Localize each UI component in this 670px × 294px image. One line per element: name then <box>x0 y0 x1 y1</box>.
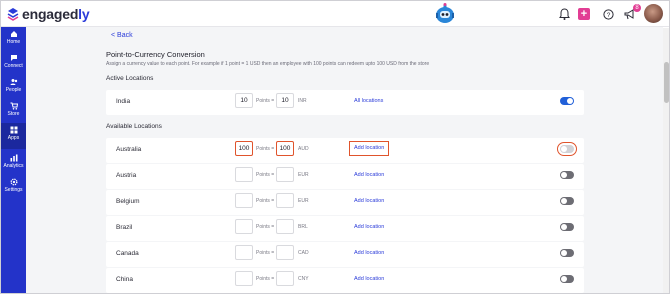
points-input[interactable] <box>235 167 253 182</box>
location-toggle[interactable] <box>560 223 574 231</box>
points-equals-label: Points = <box>256 146 275 152</box>
sidebar-item-label: Analytics <box>3 163 24 169</box>
country-name: India <box>116 98 131 105</box>
sidebar-item-people[interactable]: People <box>1 75 26 101</box>
location-row-china: China Points = CNY Add location <box>106 268 584 293</box>
analytics-icon <box>10 154 17 162</box>
sidebar-item-store[interactable]: Store <box>1 99 26 125</box>
notification-badge: 8 <box>633 4 641 12</box>
location-toggle[interactable] <box>560 171 574 179</box>
currency-value-input[interactable] <box>276 271 294 286</box>
sidebar-item-connect[interactable]: Connect <box>1 51 26 77</box>
sidebar-item-label: Store <box>7 111 20 117</box>
engagedly-logo[interactable]: engagedly <box>7 5 90 23</box>
currency-code: AUD <box>298 146 309 152</box>
location-row-australia: Australia 100 Points = 100 AUD Add locat… <box>106 138 584 163</box>
country-name: Canada <box>116 250 139 257</box>
points-input[interactable]: 100 <box>235 141 253 156</box>
home-icon <box>10 31 17 37</box>
location-toggle[interactable] <box>560 275 574 283</box>
sidebar-item-settings[interactable]: Settings <box>1 175 26 201</box>
back-link[interactable]: < Back <box>111 32 133 39</box>
add-location-link[interactable]: Add location <box>354 172 384 178</box>
active-locations-heading: Active Locations <box>106 75 154 82</box>
logo-mark-icon <box>7 8 19 21</box>
app-window: engagedly + ? 8 Home Connect People Stor… <box>0 0 670 294</box>
main-content: < Back Point-to-Currency Conversion Assi… <box>26 27 663 293</box>
available-locations-heading: Available Locations <box>106 123 162 130</box>
logo-text: engagedly <box>22 6 90 22</box>
points-input[interactable]: 10 <box>235 93 253 108</box>
sidebar: Home Connect People Store Apps Analytics… <box>1 27 26 293</box>
add-plus-button[interactable]: + <box>578 8 590 20</box>
location-toggle[interactable] <box>560 97 574 105</box>
add-location-link[interactable]: Add location <box>354 198 384 204</box>
points-input[interactable] <box>235 245 253 260</box>
location-row-belgium: Belgium Points = EUR Add location <box>106 190 584 215</box>
currency-value-input[interactable] <box>276 193 294 208</box>
points-input[interactable] <box>235 271 253 286</box>
help-icon[interactable]: ? <box>601 7 615 21</box>
currency-code: INR <box>298 98 307 104</box>
location-row-india: India 10 Points = 10 INR All locations <box>106 90 584 115</box>
page-title: Point-to-Currency Conversion <box>106 50 205 59</box>
currency-value-input[interactable] <box>276 219 294 234</box>
country-name: Belgium <box>116 198 140 205</box>
add-location-link[interactable]: Add location <box>354 276 384 282</box>
bell-icon[interactable] <box>557 7 571 21</box>
currency-value-input[interactable] <box>276 167 294 182</box>
cart-icon <box>10 102 18 110</box>
points-equals-label: Points = <box>256 250 275 256</box>
points-equals-label: Points = <box>256 224 275 230</box>
add-location-link[interactable]: Add location <box>349 141 390 156</box>
connect-icon <box>10 55 17 61</box>
country-name: China <box>116 276 133 283</box>
settings-icon <box>10 178 17 186</box>
location-row-brazil: Brazil Points = BRL Add location <box>106 216 584 241</box>
top-bar: engagedly + ? 8 <box>1 1 669 27</box>
mascot-robot-icon[interactable] <box>434 3 456 25</box>
currency-value-input[interactable] <box>276 245 294 260</box>
currency-code: CAD <box>298 250 309 256</box>
user-avatar[interactable] <box>644 4 663 23</box>
all-locations-link[interactable]: All locations <box>354 98 383 104</box>
country-name: Brazil <box>116 224 133 231</box>
page-subtitle: Assign a currency value to each point. F… <box>106 61 430 67</box>
currency-value-input[interactable]: 10 <box>276 93 294 108</box>
country-name: Austria <box>116 172 137 179</box>
svg-text:?: ? <box>606 12 610 19</box>
location-row-canada: Canada Points = CAD Add location <box>106 242 584 267</box>
location-toggle[interactable] <box>557 142 577 156</box>
sidebar-item-label: People <box>5 87 22 93</box>
location-toggle[interactable] <box>560 249 574 257</box>
points-equals-label: Points = <box>256 172 275 178</box>
add-location-link[interactable]: Add location <box>354 250 384 256</box>
sidebar-item-apps[interactable]: Apps <box>1 123 26 149</box>
sidebar-item-label: Home <box>6 39 21 45</box>
scrollbar-thumb[interactable] <box>664 62 669 103</box>
sidebar-item-label: Apps <box>7 135 20 141</box>
apps-icon <box>10 126 17 134</box>
currency-value-input[interactable]: 100 <box>276 141 294 156</box>
sidebar-item-label: Connect <box>4 63 23 69</box>
location-toggle[interactable] <box>560 197 574 205</box>
people-icon <box>10 79 17 85</box>
points-equals-label: Points = <box>256 98 275 104</box>
points-equals-label: Points = <box>256 276 275 282</box>
location-row-austria: Austria Points = EUR Add location <box>106 164 584 189</box>
currency-code: EUR <box>298 198 309 204</box>
currency-code: BRL <box>298 224 308 230</box>
currency-code: CNY <box>298 276 309 282</box>
add-location-link[interactable]: Add location <box>354 224 384 230</box>
points-equals-label: Points = <box>256 198 275 204</box>
sidebar-item-label: Settings <box>4 187 23 193</box>
sidebar-item-analytics[interactable]: Analytics <box>1 151 26 177</box>
points-input[interactable] <box>235 193 253 208</box>
country-name: Australia <box>116 146 142 153</box>
points-input[interactable] <box>235 219 253 234</box>
currency-code: EUR <box>298 172 309 178</box>
sidebar-item-home[interactable]: Home <box>1 27 26 53</box>
